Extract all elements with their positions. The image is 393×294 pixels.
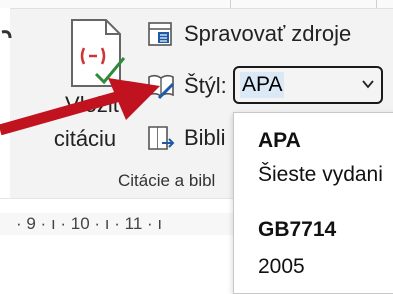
- curl-glyph-icon: [1, 30, 12, 39]
- style-dropdown-list: APA Šieste vydani GB7714 2005: [233, 112, 393, 294]
- table-edit-icon: [148, 22, 172, 46]
- group-label-citations: Citácie a bibl: [118, 171, 216, 190]
- manage-sources-button[interactable]: Spravovať zdroje: [146, 18, 351, 50]
- style-option-detail[interactable]: 2005: [258, 255, 305, 279]
- annotation-arrow: [0, 78, 160, 136]
- ruler-ticks: · 9 · ı · 10 · ı · 11 · ı: [16, 214, 163, 233]
- ribbon-top-strip: [0, 0, 393, 9]
- separator-tick: [376, 0, 377, 8]
- style-select[interactable]: APA: [233, 66, 383, 104]
- style-option-name[interactable]: GB7714: [258, 218, 336, 242]
- chevron-down-icon[interactable]: [361, 77, 375, 91]
- manage-sources-label: Spravovať zdroje: [184, 21, 352, 46]
- style-label: Štýl:: [184, 73, 227, 98]
- style-option-name[interactable]: APA: [258, 129, 301, 153]
- bibliography-label: Bibli: [184, 125, 226, 150]
- style-option-detail[interactable]: Šieste vydani: [258, 163, 383, 187]
- separator-tick: [230, 0, 231, 8]
- style-select-value: APA: [240, 72, 285, 98]
